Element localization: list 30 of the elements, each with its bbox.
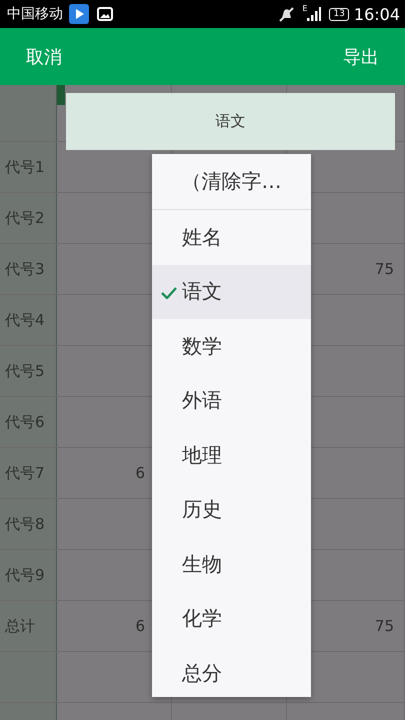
- row-header-cell: 总计: [0, 601, 57, 651]
- row-header-cell: 代号4: [0, 295, 57, 345]
- muted-bell-icon: [278, 6, 294, 22]
- menu-item[interactable]: 外语: [152, 374, 311, 428]
- carrier-name: 中国移动: [7, 5, 63, 23]
- menu-item[interactable]: 数学: [152, 319, 311, 374]
- column-header-popup: 语文: [66, 93, 395, 150]
- row-header-cell: 代号1: [0, 142, 57, 192]
- battery-indicator: 13: [329, 8, 349, 20]
- row-header-cell: 代号8: [0, 499, 57, 549]
- row-header-cell: 代号2: [0, 193, 57, 243]
- row-header-cell: 代号6: [0, 397, 57, 447]
- play-icon: [69, 4, 89, 24]
- cell-value: 6: [135, 617, 145, 635]
- checkmark-icon: [161, 286, 177, 298]
- cell-value: 6: [135, 464, 145, 482]
- menu-item[interactable]: 生物: [152, 537, 311, 592]
- row-header-cell: 代号5: [0, 346, 57, 396]
- clear-filter-item[interactable]: （清除字…: [152, 154, 311, 210]
- row-header-cell: 代号3: [0, 244, 57, 294]
- menu-item[interactable]: 地理: [152, 428, 311, 482]
- drag-handle-icon[interactable]: [57, 85, 65, 105]
- menu-item[interactable]: 语文: [152, 264, 311, 319]
- menu-item[interactable]: 历史: [152, 482, 311, 537]
- clock: 16:04: [354, 4, 400, 24]
- signal-icon: [307, 7, 322, 21]
- row-header-cell: 代号7: [0, 448, 57, 498]
- network-type: E: [302, 4, 308, 13]
- image-icon: [97, 7, 113, 21]
- row-header-cell: 代号9: [0, 550, 57, 600]
